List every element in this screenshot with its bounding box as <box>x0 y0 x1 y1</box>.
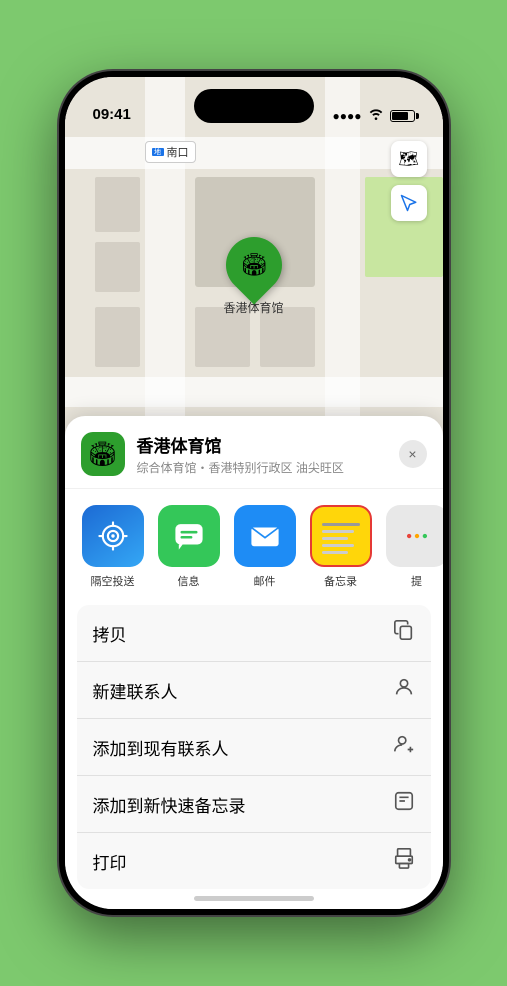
action-print-label: 打印 <box>93 849 127 874</box>
notes-line-4 <box>322 544 354 547</box>
pin-emoji: 🏟 <box>240 252 268 278</box>
notes-line-2 <box>322 530 354 533</box>
close-button[interactable]: × <box>399 440 427 468</box>
venue-label: 地 南口 <box>145 141 196 163</box>
action-quick-note[interactable]: 添加到新快速备忘录 <box>77 776 431 833</box>
notes-icon <box>310 505 372 567</box>
airdrop-icon <box>82 505 144 567</box>
signal-icon: ●●●● <box>333 109 362 123</box>
mail-label: 邮件 <box>254 573 276 589</box>
share-row: 隔空投送 信息 <box>65 489 443 597</box>
action-list: 拷贝 新建联系人 <box>77 605 431 889</box>
more-icon <box>386 505 443 567</box>
map-pin: 🏟 香港体育馆 <box>223 237 283 316</box>
battery-icon <box>390 110 415 122</box>
share-item-messages[interactable]: 信息 <box>157 505 221 589</box>
share-item-notes[interactable]: 备忘录 <box>309 505 373 589</box>
sheet-header: 🏟 香港体育馆 综合体育馆・香港特别行政区 油尖旺区 × <box>65 416 443 489</box>
add-contact-icon <box>393 733 415 761</box>
action-new-contact[interactable]: 新建联系人 <box>77 662 431 719</box>
venue-subtitle: 综合体育馆・香港特别行政区 油尖旺区 <box>137 459 387 476</box>
new-contact-icon <box>393 676 415 704</box>
venue-label-text: 南口 <box>167 144 189 160</box>
venue-label-icon: 地 <box>152 148 164 156</box>
map-layers-icon: 🗺 <box>398 149 418 169</box>
notes-lines <box>316 515 366 558</box>
mail-icon <box>234 505 296 567</box>
location-arrow-icon <box>400 194 418 212</box>
map-layers-button[interactable]: 🗺 <box>391 141 427 177</box>
messages-label: 信息 <box>178 573 200 589</box>
dynamic-island <box>194 89 314 123</box>
map-location-button[interactable] <box>391 185 427 221</box>
venue-avatar: 🏟 <box>81 432 125 476</box>
pin-icon: 🏟 <box>214 225 293 304</box>
action-copy-label: 拷贝 <box>93 621 127 646</box>
action-add-existing-label: 添加到现有联系人 <box>93 735 229 760</box>
notes-line-3 <box>322 537 348 540</box>
messages-icon <box>158 505 220 567</box>
status-icons: ●●●● <box>333 108 415 123</box>
notes-line-1 <box>322 523 360 526</box>
copy-icon <box>393 619 415 647</box>
wifi-icon <box>368 108 384 123</box>
action-add-existing-contact[interactable]: 添加到现有联系人 <box>77 719 431 776</box>
share-item-more[interactable]: 提 <box>385 505 443 589</box>
action-new-contact-label: 新建联系人 <box>93 678 178 703</box>
phone-frame: 09:41 ●●●● <box>59 71 449 915</box>
share-item-mail[interactable]: 邮件 <box>233 505 297 589</box>
quick-note-icon <box>393 790 415 818</box>
status-time: 09:41 <box>93 106 131 123</box>
close-icon: × <box>408 446 416 462</box>
venue-name: 香港体育馆 <box>137 432 387 457</box>
bottom-sheet: 🏟 香港体育馆 综合体育馆・香港特别行政区 油尖旺区 × <box>65 416 443 909</box>
action-print[interactable]: 打印 <box>77 833 431 889</box>
print-icon <box>393 847 415 875</box>
more-label: 提 <box>411 573 422 589</box>
notes-label: 备忘录 <box>324 573 357 589</box>
share-item-airdrop[interactable]: 隔空投送 <box>81 505 145 589</box>
airdrop-label: 隔空投送 <box>91 573 135 589</box>
home-indicator <box>194 896 314 901</box>
action-copy[interactable]: 拷贝 <box>77 605 431 662</box>
action-quick-note-label: 添加到新快速备忘录 <box>93 792 246 817</box>
venue-info: 香港体育馆 综合体育馆・香港特别行政区 油尖旺区 <box>137 432 387 476</box>
notes-line-5 <box>322 551 348 554</box>
phone-screen: 09:41 ●●●● <box>65 77 443 909</box>
